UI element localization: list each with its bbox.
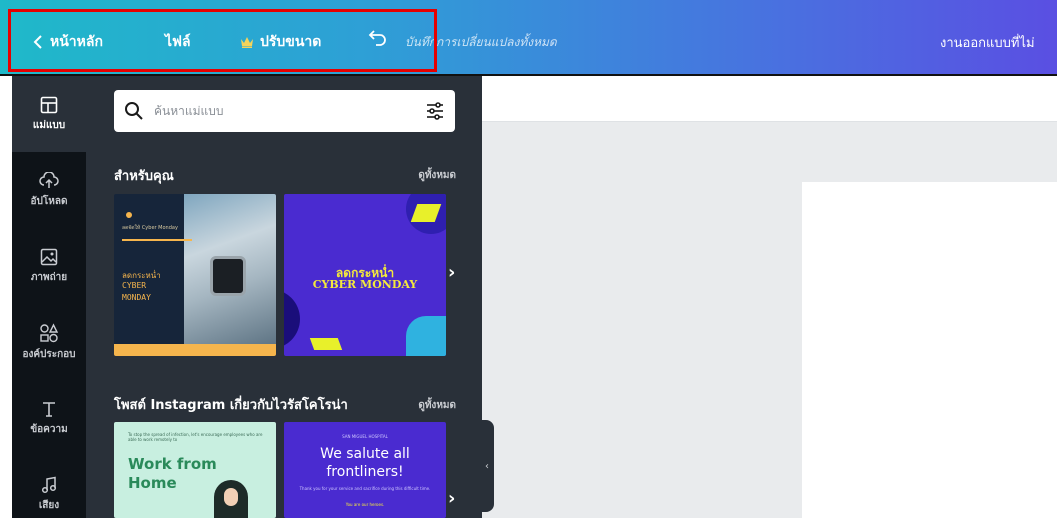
decor-zigzag [309,338,343,350]
search-icon [125,102,143,120]
text-icon [43,401,55,417]
template-icon [40,96,58,113]
see-all-link[interactable]: ดูทั้งหมด [418,168,456,183]
template-text: ลดจัดให้ Cyber Monday [122,225,178,231]
watch-icon [210,256,246,296]
design-title[interactable]: งานออกแบบที่ไม่ [940,32,1057,53]
rail-item-label: องค์ประกอบ [22,348,76,360]
search-box [114,90,455,132]
rail-item-label: ภาพถ่าย [30,271,68,283]
template-text: SAN MIGUEL HOSPITAL [342,434,388,439]
chevron-right-icon[interactable]: › [448,262,455,283]
rail-item-uploads[interactable]: อัปโหลด [12,152,86,228]
elements-icon [40,322,59,342]
rail-item-label: แม่แบบ [32,119,66,131]
decor-shape [284,289,300,349]
collapse-panel-button[interactable]: ‹ [480,420,494,512]
template-text: CYBER MONDAY [312,278,418,291]
canvas-toolbar [482,76,1057,122]
rail-item-photos[interactable]: ภาพถ่าย [12,228,86,304]
template-text: MONDAY [122,293,151,302]
template-thumbnail[interactable]: ลดจัดให้ Cyber Monday ลดกระหน่ำ CYBER MO… [114,194,276,356]
search-input[interactable] [154,100,404,122]
template-text: To stop the spread of infection, let's e… [128,432,263,442]
canvas-area [482,76,1057,518]
template-thumbnail[interactable]: ลดกระหน่ำ CYBER MONDAY [284,194,446,356]
template-text: frontliners! [326,464,404,480]
face-illustration [224,488,238,506]
rail-item-elements[interactable]: องค์ประกอบ [12,304,86,380]
filter-icon[interactable] [425,101,445,121]
accent-band [114,344,276,356]
template-thumbnail[interactable]: To stop the spread of infection, let's e… [114,422,276,518]
music-icon [41,476,57,494]
side-rail: แม่แบบ อัปโหลด ภาพถ่าย องค์ประกอบ ข้อควา… [12,76,86,518]
template-text: Home [128,474,177,492]
see-all-link[interactable]: ดูทั้งหมด [418,398,456,413]
template-thumbnail[interactable]: SAN MIGUEL HOSPITAL We salute all frontl… [284,422,446,518]
chevron-right-icon[interactable]: › [448,488,455,509]
rail-item-audio[interactable]: เสียง [12,456,86,518]
template-text: Work from [128,455,217,473]
chevron-left-icon: ‹ [485,460,489,472]
section-title: สำหรับคุณ [114,169,174,184]
template-text: You are our heroes. [345,502,385,507]
template-text: CYBER [122,281,147,290]
template-text: Thank you for your service and sacrifice… [299,486,431,491]
template-text: We salute all [320,446,410,462]
photo-icon [40,248,58,265]
divider [122,239,192,241]
rail-item-label: อัปโหลด [30,195,68,207]
design-page[interactable] [802,182,1057,518]
decor-circle [406,316,446,356]
templates-panel: สำหรับคุณ ดูทั้งหมด ลดจัดให้ Cyber Monda… [86,76,482,518]
rail-item-label: เสียง [38,500,60,511]
highlight-box [8,9,437,72]
rail-item-text[interactable]: ข้อความ [12,380,86,456]
upload-icon [39,171,59,188]
bulb-icon [126,212,132,218]
rail-item-templates[interactable]: แม่แบบ [12,76,86,152]
section-title: โพสต์ Instagram เกี่ยวกับไวรัสโคโรน่า [114,398,348,413]
rail-item-label: ข้อความ [30,423,68,435]
